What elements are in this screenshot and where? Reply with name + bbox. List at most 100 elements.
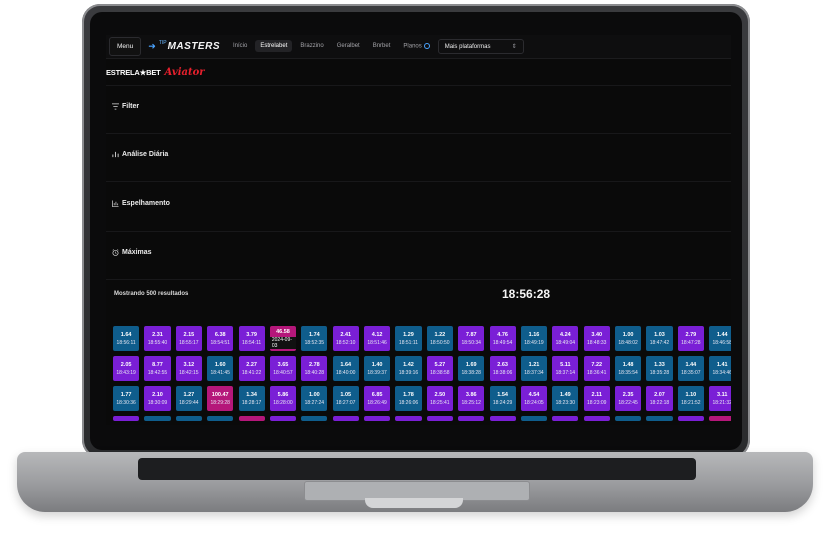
app-screen: Menu ➜ TIP MASTERS Início Estrelabet Bra…: [106, 35, 731, 425]
nav-inicio[interactable]: Início: [228, 40, 252, 52]
result-multiplier: 1.05: [340, 391, 352, 398]
result-time: 18:24:05: [524, 399, 544, 406]
result-cell[interactable]: 2.41 18:52:10: [332, 326, 359, 351]
result-cell[interactable]: 1.10 18:21:52: [677, 386, 704, 411]
nav-brazzino[interactable]: Brazzino: [295, 40, 328, 52]
result-cell[interactable]: 1.00 18:48:02: [615, 326, 642, 351]
result-cell[interactable]: 2.05 18:43:19: [113, 356, 140, 381]
result-cell[interactable]: 1.40 18:39:37: [364, 356, 391, 381]
result-cell-partial[interactable]: [238, 416, 265, 421]
result-cell[interactable]: 6.85 18:26:49: [364, 386, 391, 411]
result-cell[interactable]: 1.78 18:26:06: [395, 386, 422, 411]
result-cell[interactable]: 3.12 18:42:15: [175, 356, 202, 381]
result-cell[interactable]: 3.11 18:21:32: [709, 386, 731, 411]
result-cell[interactable]: 4.24 18:49:04: [552, 326, 579, 351]
result-cell[interactable]: 3.86 18:25:12: [458, 386, 485, 411]
result-cell-partial[interactable]: [175, 416, 202, 421]
result-cell[interactable]: 3.40 18:48:33: [583, 326, 610, 351]
result-cell[interactable]: 1.77 18:30:36: [113, 386, 140, 411]
nav-planos[interactable]: Planos: [398, 40, 434, 53]
result-cell[interactable]: 2.63 18:38:06: [489, 356, 516, 381]
result-cell[interactable]: 46.58 2024-09-03: [269, 326, 297, 351]
result-cell[interactable]: 2.79 18:47:28: [677, 326, 704, 351]
result-cell-partial[interactable]: [458, 416, 485, 421]
result-cell[interactable]: 6.38 18:54:51: [207, 326, 234, 351]
result-cell[interactable]: 5.27 18:38:58: [426, 356, 453, 381]
result-cell[interactable]: 1.16 18:49:19: [520, 326, 548, 351]
result-cell[interactable]: 1.34 18:28:17: [238, 386, 265, 411]
result-cell[interactable]: 8.77 18:42:55: [144, 356, 171, 381]
nav-estrelabet[interactable]: Estrelabet: [255, 40, 293, 53]
result-cell-partial[interactable]: [395, 416, 422, 421]
result-cell[interactable]: 1.21 18:37:34: [520, 356, 548, 381]
result-cell[interactable]: 7.87 18:50:34: [458, 326, 485, 351]
result-cell[interactable]: 1.49 18:23:30: [552, 386, 579, 411]
result-cell-partial[interactable]: [144, 416, 171, 421]
result-cell-partial[interactable]: [646, 416, 673, 421]
result-cell-partial[interactable]: [677, 416, 704, 421]
result-cell-partial[interactable]: [301, 416, 328, 421]
result-cell[interactable]: 4.76 18:49:54: [489, 326, 516, 351]
result-cell[interactable]: 1.33 18:35:28: [646, 356, 673, 381]
result-cell[interactable]: 1.42 18:39:16: [395, 356, 422, 381]
result-cell[interactable]: 1.74 18:52:35: [301, 326, 328, 351]
result-multiplier: 1.29: [403, 331, 414, 338]
result-cell[interactable]: 2.07 18:22:18: [646, 386, 673, 411]
result-cell[interactable]: 1.64 18:56:11: [113, 326, 140, 351]
result-cell[interactable]: 1.69 18:38:28: [458, 356, 485, 381]
result-cell-partial[interactable]: [113, 416, 140, 421]
result-cell[interactable]: 1.29 18:51:11: [395, 326, 422, 351]
result-cell[interactable]: 5.86 18:28:00: [269, 386, 297, 411]
result-cell[interactable]: 2.11 18:23:09: [583, 386, 610, 411]
result-multiplier: 1.64: [340, 361, 352, 368]
result-cell[interactable]: 2.15 18:55:17: [175, 326, 202, 351]
result-cell-partial[interactable]: [583, 416, 610, 421]
result-cell-partial[interactable]: [332, 416, 359, 421]
result-cell[interactable]: 5.11 18:37:14: [552, 356, 579, 381]
result-cell[interactable]: 1.03 18:47:42: [646, 326, 673, 351]
result-cell[interactable]: 7.22 18:36:41: [583, 356, 610, 381]
brand-tip: TIP: [158, 39, 167, 46]
filter-section[interactable]: Filter: [106, 85, 731, 134]
result-cell[interactable]: 2.27 18:41:22: [238, 356, 265, 381]
result-cell-partial[interactable]: [364, 416, 391, 421]
result-cell-partial[interactable]: [269, 416, 297, 421]
brand-logo[interactable]: ➜ TIP MASTERS: [148, 39, 220, 53]
result-cell-partial[interactable]: [615, 416, 642, 421]
result-cell[interactable]: 4.12 18:51:46: [364, 326, 391, 351]
nav-bnrbet[interactable]: Bnrbet: [368, 40, 396, 52]
result-cell-partial[interactable]: [520, 416, 548, 421]
result-cell[interactable]: 3.65 18:40:57: [269, 356, 297, 381]
result-cell[interactable]: 1.27 18:29:44: [175, 386, 202, 411]
result-cell[interactable]: 4.54 18:24:05: [520, 386, 548, 411]
result-cell[interactable]: 1.00 18:27:24: [301, 386, 328, 411]
result-cell-partial[interactable]: [709, 416, 731, 421]
result-cell[interactable]: 1.44 18:46:58: [709, 326, 731, 351]
nav-geralbet[interactable]: Geralbet: [332, 40, 365, 52]
result-cell[interactable]: 2.31 18:55:40: [144, 326, 171, 351]
result-cell[interactable]: 1.44 18:35:07: [677, 356, 704, 381]
menu-button[interactable]: Menu: [109, 37, 142, 56]
result-cell-partial[interactable]: [489, 416, 516, 421]
platform-select[interactable]: Mais plataformas ⇕: [437, 39, 524, 54]
result-cell[interactable]: 1.48 18:35:54: [615, 356, 642, 381]
result-cell[interactable]: 100.47 18:29:28: [207, 386, 234, 411]
result-cell[interactable]: 3.79 18:54:11: [238, 326, 265, 351]
result-cell[interactable]: 2.10 18:30:09: [144, 386, 171, 411]
result-cell-partial[interactable]: [207, 416, 234, 421]
result-cell[interactable]: 1.64 18:40:00: [332, 356, 359, 381]
result-cell[interactable]: 2.35 18:22:45: [615, 386, 642, 411]
result-cell[interactable]: 1.41 18:34:46: [709, 356, 731, 381]
max-section[interactable]: Máximas: [106, 231, 731, 280]
result-cell[interactable]: 1.54 18:24:29: [489, 386, 516, 411]
daily-analysis-section[interactable]: Análise Diária: [106, 133, 731, 182]
results-grid: 1.64 18:56:11 2.31 18:55:40 2.15 18:55:17 6.38…: [113, 326, 731, 421]
result-cell[interactable]: 2.50 18:25:41: [426, 386, 453, 411]
result-cell[interactable]: 1.22 18:50:50: [426, 326, 453, 351]
result-cell[interactable]: 1.60 18:41:45: [207, 356, 234, 381]
result-cell[interactable]: 1.05 18:27:07: [332, 386, 359, 411]
result-cell-partial[interactable]: [552, 416, 579, 421]
result-cell-partial[interactable]: [426, 416, 453, 421]
mirror-section[interactable]: Espelhamento: [106, 181, 731, 232]
result-cell[interactable]: 2.78 18:40:28: [301, 356, 328, 381]
